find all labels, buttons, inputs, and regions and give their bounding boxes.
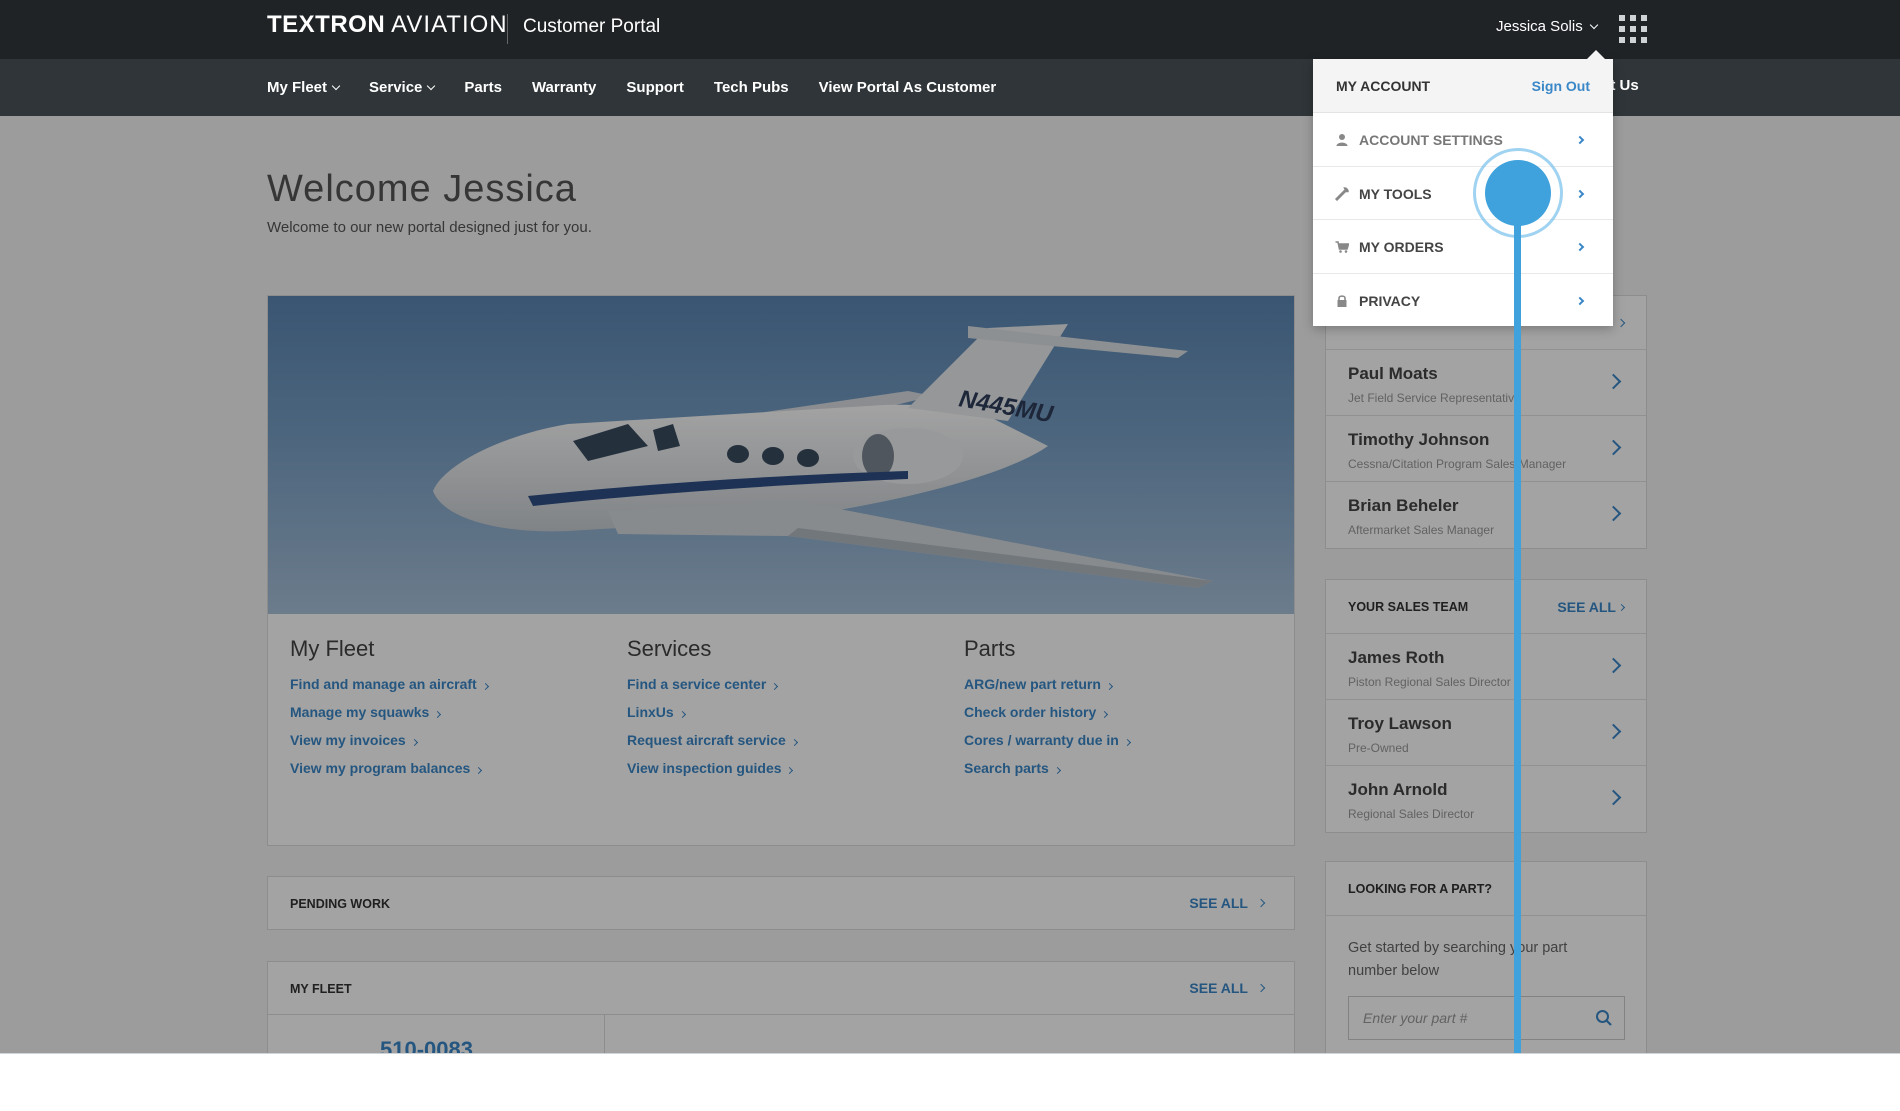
account-menu-header: MY ACCOUNT Sign Out (1313, 59, 1613, 113)
menu-item-my-tools[interactable]: MY TOOLS (1313, 167, 1613, 220)
dim-overlay[interactable] (0, 116, 1900, 1053)
menu-item-account-settings[interactable]: ACCOUNT SETTINGS (1313, 113, 1613, 167)
nav-label: View Portal As Customer (818, 79, 997, 96)
nav-label: Service (369, 79, 423, 96)
menu-item-label: MY TOOLS (1359, 185, 1432, 202)
user-icon (1336, 134, 1348, 146)
sign-out-link[interactable]: Sign Out (1532, 78, 1590, 94)
menu-item-my-orders[interactable]: MY ORDERS (1313, 220, 1613, 274)
nav-label: My Fleet (267, 79, 328, 96)
lock-icon (1337, 294, 1347, 307)
user-name: Jessica Solis (1496, 18, 1583, 35)
cursor-trail (1514, 192, 1521, 1111)
logo-divider (507, 14, 508, 44)
main-nav: My Fleet Service Parts Warranty Support … (267, 59, 996, 116)
nav-label: Parts (464, 79, 502, 96)
main-nav-bar: My Fleet Service Parts Warranty Support … (0, 59, 1900, 116)
nav-item-my-fleet[interactable]: My Fleet (267, 79, 341, 96)
nav-item-support[interactable]: Support (626, 79, 684, 96)
apps-grid-icon[interactable] (1619, 15, 1647, 43)
nav-item-tech-pubs[interactable]: Tech Pubs (714, 79, 789, 96)
menu-item-label: ACCOUNT SETTINGS (1359, 132, 1503, 148)
menu-item-label: MY ORDERS (1359, 239, 1444, 255)
menu-item-label: PRIVACY (1359, 292, 1421, 309)
nav-item-service[interactable]: Service (369, 79, 436, 96)
bottom-blank-bar (0, 1053, 1900, 1111)
portal-name: Customer Portal (523, 16, 661, 37)
menu-item-privacy[interactable]: PRIVACY (1313, 274, 1613, 328)
logo-brand-light: AVIATION (391, 11, 508, 38)
chevron-down-icon (427, 81, 436, 90)
wrench-icon (1335, 186, 1349, 201)
account-menu-title: MY ACCOUNT (1336, 78, 1431, 94)
cart-icon (1335, 241, 1349, 253)
user-menu-toggle[interactable]: Jessica Solis (1496, 18, 1598, 35)
page: TEXTRON AVIATION Customer Portal Jessica… (0, 0, 1900, 1053)
nav-item-view-portal-as-customer[interactable]: View Portal As Customer (819, 79, 997, 96)
logo-brand-bold: TEXTRON (267, 11, 386, 38)
nav-label: Tech Pubs (713, 79, 789, 96)
chevron-right-icon (1575, 135, 1585, 145)
top-bar: TEXTRON AVIATION Customer Portal Jessica… (0, 0, 1900, 59)
cursor-dot (1485, 160, 1551, 226)
chevron-down-icon (331, 81, 341, 90)
nav-label: Support (626, 79, 684, 96)
account-dropdown-menu: MY ACCOUNT Sign Out ACCOUNT SETTINGS MY … (1313, 50, 1613, 328)
nav-label: Warranty (531, 79, 597, 96)
nav-item-warranty[interactable]: Warranty (532, 79, 596, 96)
chevron-right-icon (1575, 189, 1585, 198)
chevron-right-icon (1575, 296, 1585, 305)
nav-item-parts[interactable]: Parts (464, 79, 502, 96)
chevron-down-icon (1589, 20, 1598, 29)
chevron-right-icon (1575, 242, 1585, 252)
textron-aviation-logo[interactable]: TEXTRON AVIATION (267, 10, 508, 40)
